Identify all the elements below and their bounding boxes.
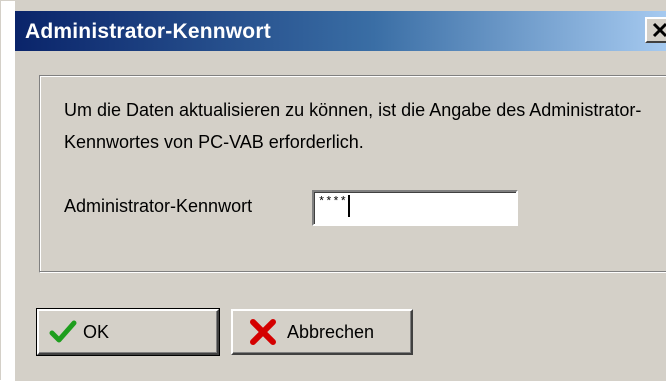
password-value: **** — [318, 195, 347, 209]
ok-label: OK — [83, 322, 110, 342]
checkmark-icon — [49, 320, 77, 343]
title-bar[interactable]: Administrator-Kennwort — [15, 11, 666, 51]
dialog-body: Um die Daten aktualisieren zu können, is… — [15, 51, 666, 381]
group-box: Um die Daten aktualisieren zu können, is… — [39, 75, 666, 273]
password-field[interactable]: **** — [312, 190, 518, 226]
password-label: Administrator-Kennwort — [64, 196, 253, 216]
text-caret — [347, 195, 350, 217]
cancel-label: Abbrechen — [287, 322, 375, 342]
dialog-window: Administrator-Kennwort Um die Daten aktu… — [0, 0, 666, 381]
info-message: Um die Daten aktualisieren zu können, is… — [64, 100, 642, 152]
close-button[interactable] — [645, 17, 666, 43]
close-icon — [652, 22, 666, 38]
cancel-button[interactable]: Abbrechen — [231, 309, 413, 355]
x-mark-icon — [250, 319, 276, 345]
window-title: Administrator-Kennwort — [25, 20, 271, 43]
ok-button[interactable]: OK — [36, 308, 220, 356]
window-edge — [1, 1, 15, 381]
